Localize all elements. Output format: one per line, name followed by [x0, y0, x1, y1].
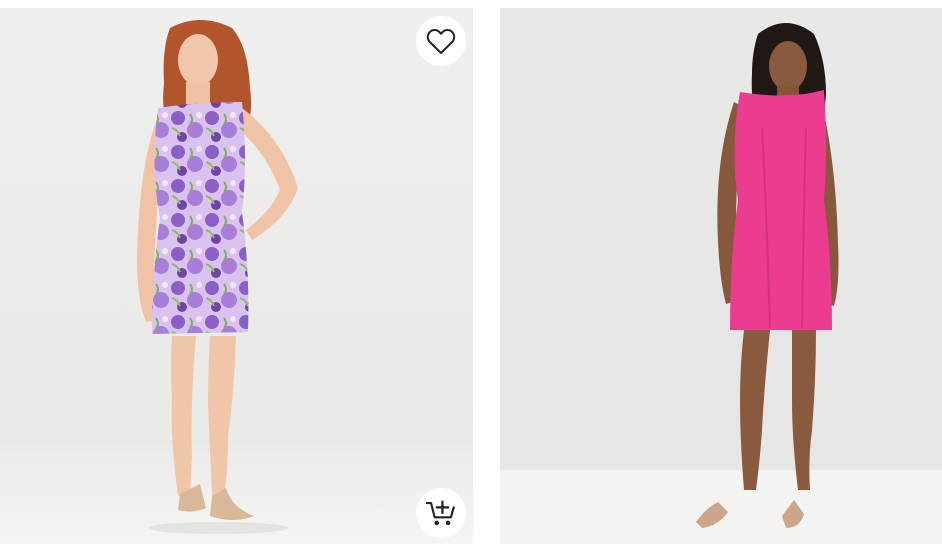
- cart-add-icon: [424, 496, 458, 530]
- pink-dress-photo: [500, 8, 942, 544]
- product-grid: [0, 0, 942, 548]
- product-image-pink-dress[interactable]: [500, 8, 942, 544]
- product-card-pink-dress[interactable]: [500, 8, 942, 544]
- favorite-button[interactable]: [416, 16, 466, 66]
- product-image-floral-dress[interactable]: [0, 8, 473, 544]
- add-to-cart-button[interactable]: [416, 488, 466, 538]
- floral-dress-photo: [0, 8, 473, 544]
- product-card-floral-dress[interactable]: [0, 8, 473, 544]
- heart-outline-icon: [424, 24, 458, 58]
